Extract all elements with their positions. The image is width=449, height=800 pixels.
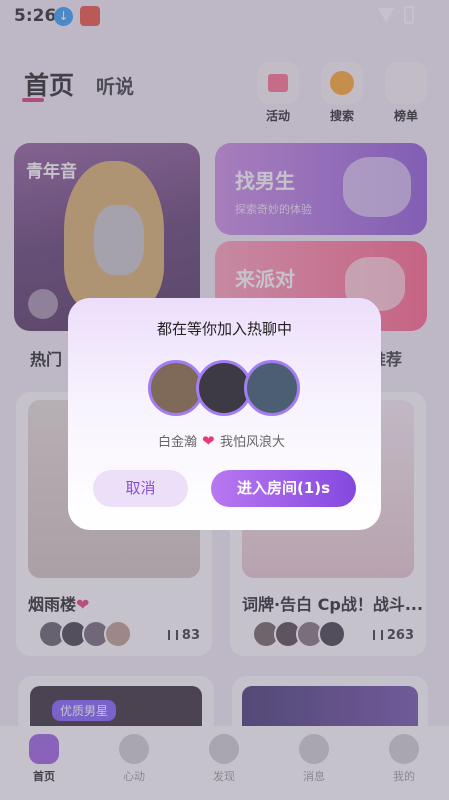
join-chat-dialog: 都在等你加入热聊中 白金瀚 ❤ 我怕风浪大 取消 进入房间(1)s bbox=[68, 298, 381, 530]
dialog-name-b: 我怕风浪大 bbox=[220, 435, 286, 450]
dialog-name-a: 白金瀚 bbox=[158, 435, 198, 450]
dialog-title: 都在等你加入热聊中 bbox=[156, 320, 292, 338]
cancel-button[interactable]: 取消 bbox=[93, 470, 188, 507]
heart-icon: ❤ bbox=[202, 432, 215, 450]
dialog-avatars bbox=[148, 360, 302, 418]
avatar bbox=[244, 360, 300, 416]
enter-room-button[interactable]: 进入房间(1)s bbox=[211, 470, 356, 507]
